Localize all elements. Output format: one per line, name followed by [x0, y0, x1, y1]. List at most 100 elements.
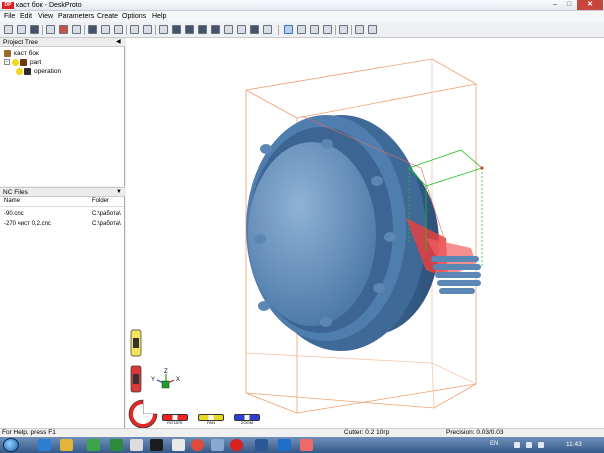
view-iso-icon[interactable]	[250, 25, 259, 34]
opera-icon[interactable]	[230, 439, 243, 451]
project-tree-header: Project Tree ◀	[0, 38, 125, 47]
axis-label-z: Z	[164, 369, 168, 375]
help-icon[interactable]	[355, 25, 364, 34]
project-tree: каст бок − part operation	[0, 47, 125, 186]
table-row[interactable]: -270 чист 0,2.cnc C:\работа\	[0, 220, 124, 229]
status-help: For Help, press F1	[2, 429, 56, 436]
open-folder-icon[interactable]	[17, 25, 26, 34]
menu-file[interactable]: File	[4, 12, 15, 21]
export-icon[interactable]	[72, 25, 81, 34]
menu-view[interactable]: View	[38, 12, 53, 21]
table-row[interactable]: -90.cnc C:\работа\	[0, 210, 124, 219]
pan-label: PAN	[207, 420, 215, 425]
visibility-icon[interactable]	[159, 25, 168, 34]
rotate-slider[interactable]	[130, 365, 142, 393]
rotate-icon[interactable]	[284, 25, 293, 34]
grid-icon[interactable]	[130, 25, 139, 34]
status-cutter: Cutter: 0.2 10гр	[344, 429, 390, 436]
pan-icon[interactable]	[297, 25, 306, 34]
menu-edit[interactable]: Edit	[20, 12, 32, 21]
status-precision: Precision: 0.03/0.03	[446, 429, 504, 436]
chevron-down-icon[interactable]: ▼	[116, 189, 122, 196]
new-file-icon[interactable]	[4, 25, 13, 34]
toolbar-separator	[84, 25, 85, 35]
toolbar-separator	[278, 25, 279, 35]
tree-item-part[interactable]: − part	[4, 58, 44, 67]
layers-icon[interactable]	[143, 25, 152, 34]
nc-files-column-headers: Name Folder	[0, 197, 124, 207]
preferences-icon[interactable]	[114, 25, 123, 34]
view-iso2-icon[interactable]	[263, 25, 272, 34]
outlet-pipes	[431, 256, 481, 294]
menu-options[interactable]: Options	[122, 12, 146, 21]
toolbar-separator	[126, 25, 127, 35]
zoom-fit-icon[interactable]	[323, 25, 332, 34]
view-top-icon[interactable]	[224, 25, 233, 34]
photoshop-icon[interactable]	[150, 439, 163, 451]
zoom-icon[interactable]	[310, 25, 319, 34]
operation-icon	[24, 68, 31, 75]
view-bottom-icon[interactable]	[237, 25, 246, 34]
axis-label-x: X	[176, 377, 180, 383]
excel-icon[interactable]	[110, 439, 123, 451]
zoom-slider[interactable]	[130, 329, 142, 357]
column-header-folder[interactable]: Folder	[92, 197, 109, 206]
zoom-label: ZOOM	[241, 420, 253, 425]
language-indicator[interactable]: EN	[490, 440, 498, 449]
lightbulb-icon	[12, 59, 19, 66]
import-icon[interactable]	[46, 25, 55, 34]
pin-panel-icon[interactable]: ◀	[116, 38, 121, 46]
tree-item-label: каст бок	[14, 50, 39, 57]
view-front-icon[interactable]	[172, 25, 181, 34]
maximize-button[interactable]: □	[562, 0, 576, 10]
rotate-mouse-button[interactable]: ROTATE	[162, 414, 188, 425]
settings-icon[interactable]	[130, 439, 143, 451]
info-icon[interactable]	[339, 25, 348, 34]
tree-item-operation[interactable]: operation	[16, 67, 86, 76]
editor-icon[interactable]	[172, 439, 185, 451]
explorer-icon[interactable]	[60, 439, 73, 451]
axis-triad	[156, 374, 175, 389]
3d-viewport[interactable]: Z X Y ROTATE PAN ZOOM	[126, 38, 604, 428]
view-dial[interactable]	[128, 399, 158, 428]
project-icon	[4, 50, 11, 57]
close-button[interactable]: ✕	[577, 0, 603, 10]
media-player-icon[interactable]	[87, 439, 100, 451]
tree-item-label: part	[30, 59, 42, 66]
view-back-icon[interactable]	[185, 25, 194, 34]
collapse-icon[interactable]: −	[4, 59, 10, 65]
3d-scene[interactable]: Z X Y	[126, 38, 604, 428]
app-icon[interactable]	[211, 439, 224, 451]
menu-create[interactable]: Create	[97, 12, 118, 21]
view-left-icon[interactable]	[198, 25, 207, 34]
nc-files-list: Name Folder -90.cnc C:\работа\ -270 чист…	[0, 197, 125, 428]
deskproto-icon[interactable]	[300, 439, 313, 451]
clock[interactable]: 11:43	[566, 440, 582, 449]
whats-this-icon[interactable]	[368, 25, 377, 34]
minimize-button[interactable]: –	[548, 0, 562, 10]
menu-help[interactable]: Help	[152, 12, 166, 21]
toolbar-separator	[42, 25, 43, 35]
print-icon[interactable]	[88, 25, 97, 34]
network-icon[interactable]	[514, 442, 520, 448]
lightbulb-icon	[16, 68, 23, 75]
nc-file-name: -270 чист 0,2.cnc	[4, 221, 51, 227]
print-preview-icon[interactable]	[101, 25, 110, 34]
save-icon[interactable]	[30, 25, 39, 34]
volume-icon[interactable]	[526, 442, 532, 448]
column-header-name[interactable]: Name	[4, 197, 20, 206]
cut-icon[interactable]	[59, 25, 68, 34]
view-right-icon[interactable]	[211, 25, 220, 34]
flag-icon[interactable]	[538, 442, 544, 448]
word-icon[interactable]	[255, 439, 268, 451]
pan-mouse-button[interactable]: PAN	[198, 414, 224, 425]
menu-bar: File Edit View Parameters Create Options…	[0, 11, 604, 22]
calc-icon[interactable]	[278, 439, 291, 451]
chrome-icon[interactable]	[191, 439, 204, 451]
menu-parameters[interactable]: Parameters	[58, 12, 94, 21]
start-button[interactable]	[3, 438, 19, 452]
ie-icon[interactable]	[38, 439, 51, 451]
part-icon	[20, 59, 27, 66]
nc-files-header: NC Files ▼	[0, 187, 125, 197]
zoom-mouse-button[interactable]: ZOOM	[234, 414, 260, 425]
